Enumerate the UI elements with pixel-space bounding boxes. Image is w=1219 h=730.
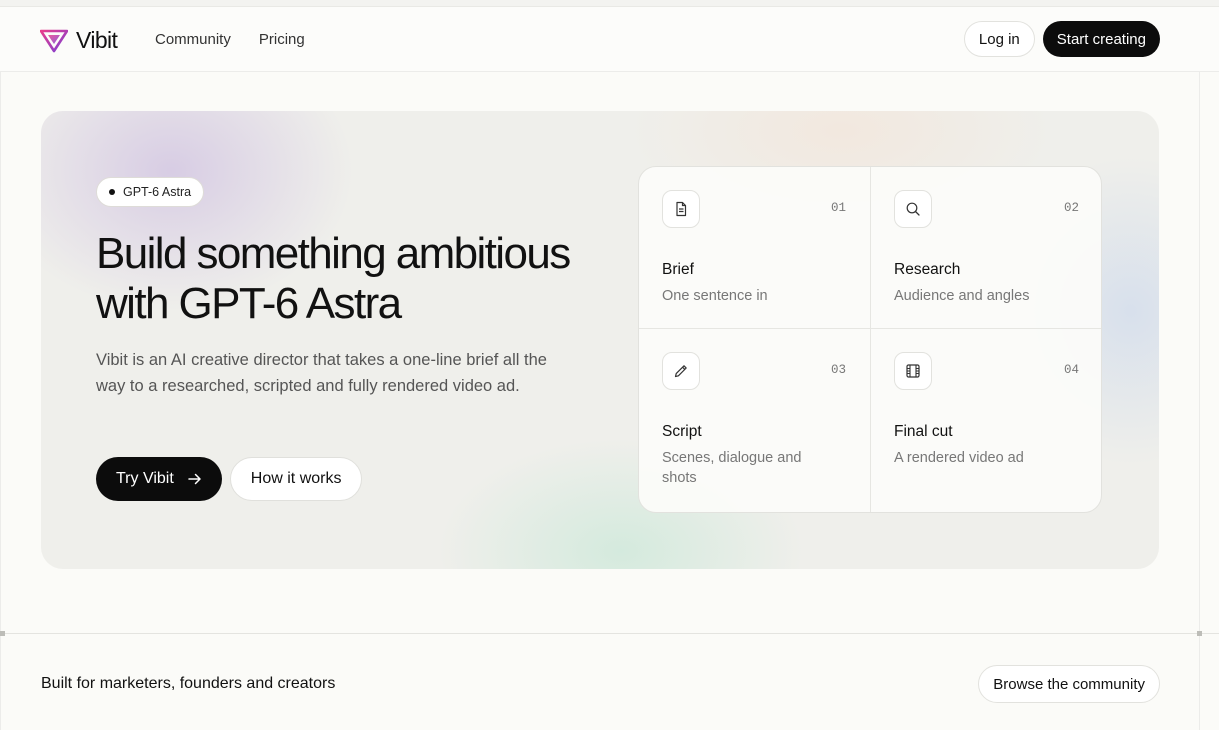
badge-label: GPT-6 Astra [123,185,192,199]
step-title: Research [894,261,961,278]
document-icon [662,190,700,228]
brand-name: Vibit [76,27,118,53]
hero-title: Build something ambitious with GPT-6 Ast… [96,229,616,329]
site-header: Vibit Community Pricing Log in Start cre… [0,7,1219,72]
nav-link-community[interactable]: Community [155,31,231,48]
nav-link-pricing[interactable]: Pricing [259,31,305,48]
divider-marker-left [0,631,5,636]
step-number: 03 [830,363,846,377]
hero-title-line1: Build something ambitious [96,229,571,278]
main-nav: Community Pricing [155,31,305,48]
step-final-cut: 04 Final cut A rendered video ad [871,329,1101,512]
audience-tagline: Built for marketers, founders and creato… [41,675,336,692]
hero-section: GPT-6 Astra Build something ambitious wi… [41,111,1159,569]
browse-community-button[interactable]: Browse the community [978,665,1160,703]
badge-dot-icon [109,189,115,195]
header-actions: Log in Start creating [963,21,1160,57]
step-script: 03 Script Scenes, dialogue and shots [639,329,871,512]
how-it-works-button[interactable]: How it works [229,457,363,501]
pen-icon [662,352,700,390]
step-subtitle: A rendered video ad [894,450,1024,466]
section-divider [0,633,1219,634]
step-number: 02 [1063,201,1079,215]
hero-description: Vibit is an AI creative director that ta… [96,351,547,395]
start-creating-button[interactable]: Start creating [1042,21,1160,57]
step-brief: 01 Brief One sentence in [639,167,871,329]
workflow-steps-card: 01 Brief One sentence in 02 Research Aud… [638,166,1102,513]
vibit-logo-icon [40,29,68,52]
step-number: 01 [830,201,846,215]
arrow-right-icon [188,473,201,485]
try-vibit-label: Try Vibit [116,470,174,487]
step-title: Final cut [894,423,953,440]
try-vibit-button[interactable]: Try Vibit [96,457,222,501]
step-subtitle: One sentence in [662,288,768,304]
hero-title-line2: with GPT-6 Astra [96,279,402,328]
login-button[interactable]: Log in [963,21,1035,57]
step-subtitle: Audience and angles [894,288,1030,304]
step-research: 02 Research Audience and angles [871,167,1101,329]
film-icon [894,352,932,390]
top-strip [0,0,1219,7]
brand-logo[interactable]: Vibit [40,27,118,54]
step-subtitle: Scenes, dialogue and shots [662,450,802,486]
step-title: Script [662,423,702,440]
step-title: Brief [662,261,694,278]
search-icon [894,190,932,228]
step-number: 04 [1063,363,1079,377]
model-badge: GPT-6 Astra [96,177,205,207]
hero-cta-group: Try Vibit How it works [96,457,363,501]
divider-marker-right [1197,631,1202,636]
